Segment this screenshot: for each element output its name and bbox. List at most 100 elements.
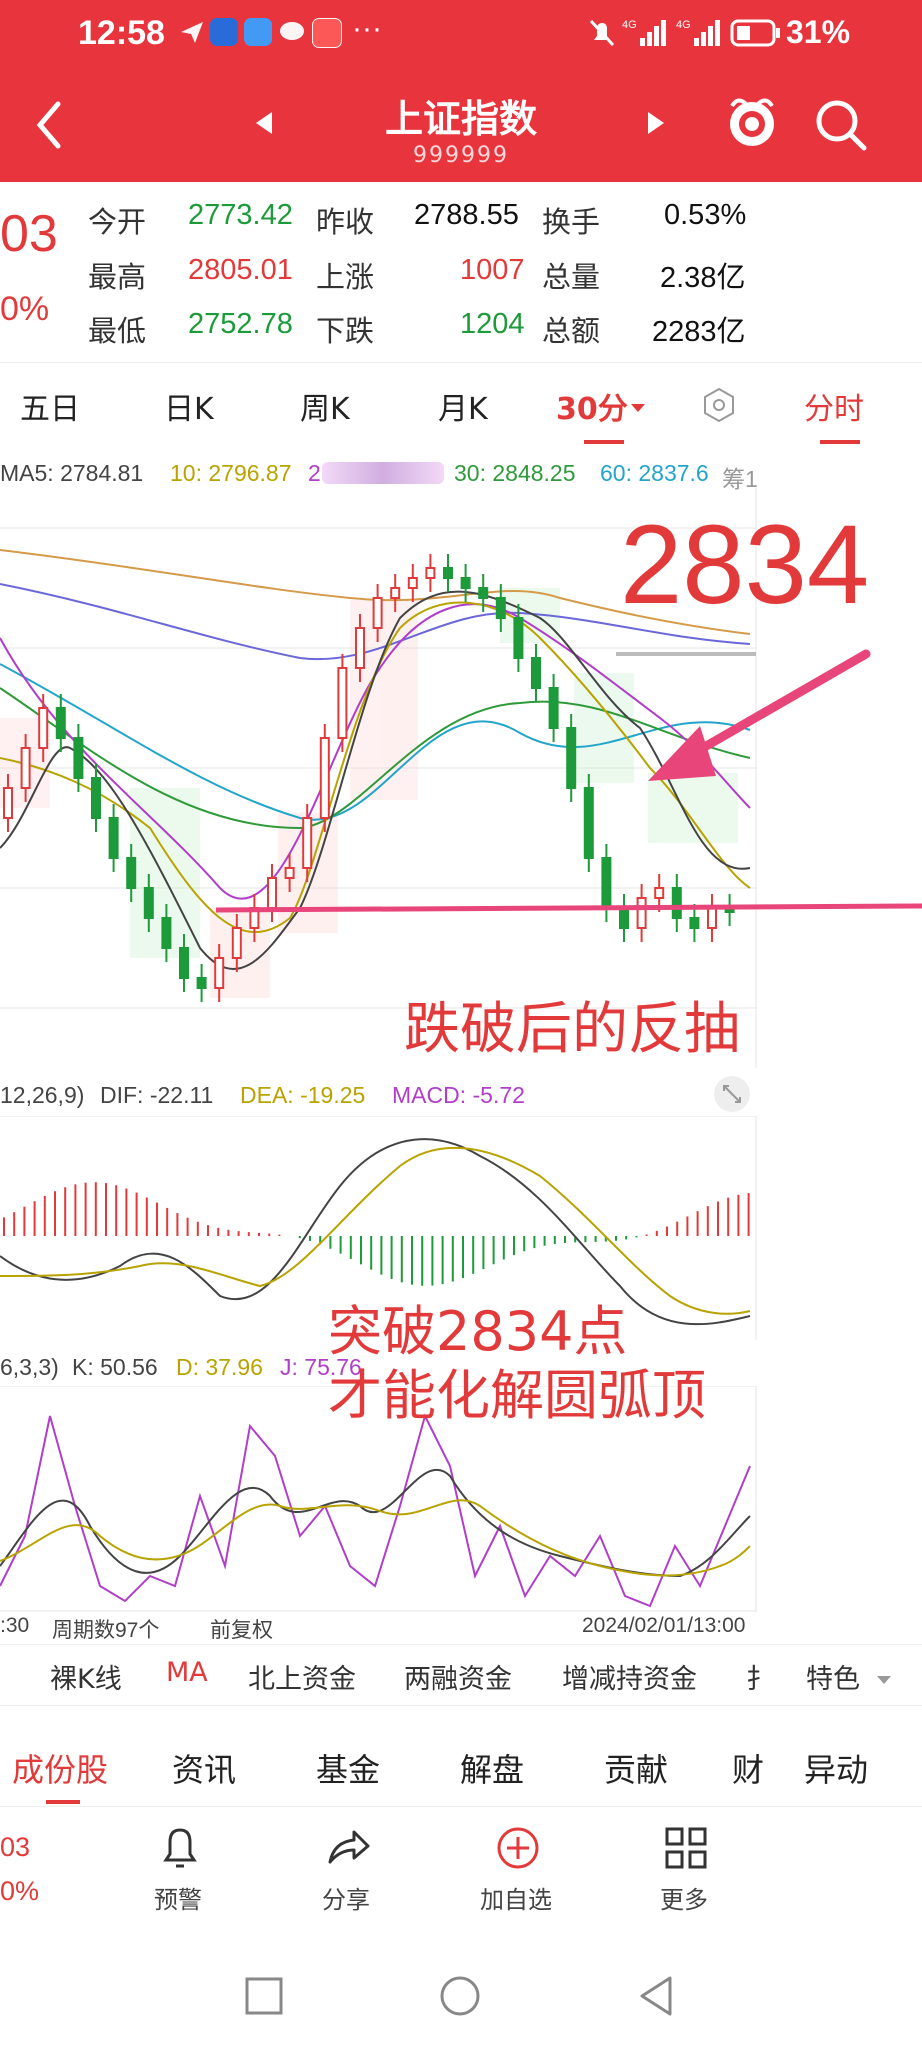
prev-close-value: 2788.55 (414, 199, 519, 231)
message-icon (278, 18, 306, 46)
mute-icon (588, 18, 616, 52)
more-label: 更多 (660, 1886, 708, 1914)
tab-intraday[interactable]: 分时 (804, 384, 864, 428)
k-line (0, 1468, 751, 1578)
candle-body (636, 897, 647, 929)
volume-label: 总量 (542, 260, 601, 294)
candle-body (319, 737, 330, 819)
candle-body (143, 887, 154, 919)
indicator-tab-more[interactable]: 扌 (746, 1657, 773, 1696)
candle-body (161, 917, 172, 949)
tab-30min[interactable]: 30分 (556, 384, 628, 428)
macd-value: MACD: -5.72 (392, 1082, 525, 1108)
candle-body (231, 927, 242, 959)
footer-time-left: :30 (0, 1614, 30, 1637)
high-label: 最高 (88, 260, 147, 294)
candle-body (425, 567, 436, 579)
indicator-tab-naked-k[interactable]: 裸K线 (50, 1657, 122, 1696)
active-tab-indicator (584, 440, 624, 444)
kdj-d: D: 37.96 (176, 1354, 263, 1380)
add-circle-icon (497, 1827, 539, 1869)
tab-changes[interactable]: 异动 (804, 1745, 868, 1791)
alert-label: 预警 (154, 1886, 202, 1914)
tab-30min-dropdown-icon[interactable] (630, 398, 646, 417)
low-value: 2752.78 (188, 308, 293, 340)
open-label: 今开 (88, 205, 147, 239)
dea-line (0, 1146, 751, 1315)
intraday-tab-indicator (820, 440, 860, 444)
search-icon[interactable] (814, 98, 868, 156)
ma30-legend: 30: 2848.25 (454, 460, 576, 486)
robot-assistant-icon[interactable] (722, 92, 782, 156)
kdj-k: K: 50.56 (72, 1354, 158, 1380)
add-watchlist-label: 加自选 (480, 1886, 552, 1914)
svg-text:4G: 4G (622, 19, 637, 31)
app-header: 12:58 ··· 4G 4G 31% 上证指数 999999 (0, 0, 922, 182)
indicator-tab-ma[interactable]: MA (166, 1657, 208, 1688)
send-icon (178, 18, 206, 46)
tab-five-day[interactable]: 五日 (20, 384, 80, 428)
tab-finance[interactable]: 财 (732, 1745, 764, 1791)
more-button[interactable]: 更多 (624, 1824, 744, 1924)
special-dropdown-icon[interactable] (876, 1670, 892, 1689)
candle-body (707, 907, 717, 929)
home-icon[interactable] (438, 1974, 482, 2022)
share-button[interactable]: 分享 (286, 1824, 406, 1924)
indicator-tab-holdings[interactable]: 增减持资金 (562, 1657, 697, 1696)
candle-body (495, 597, 506, 619)
expand-icon[interactable] (714, 1076, 750, 1112)
candle-body (355, 627, 365, 669)
battery-percent: 31% (786, 14, 851, 50)
huawei-app-icon (312, 18, 342, 48)
tab-constituents[interactable]: 成份股 (12, 1745, 108, 1791)
settings-hex-icon[interactable] (700, 386, 738, 428)
annotation-arrow (648, 649, 871, 781)
stock-code: 999999 (413, 143, 509, 168)
tab-weekly-k[interactable]: 周K (300, 384, 350, 428)
candle-body (689, 917, 700, 929)
mini-price: 03 (0, 1832, 31, 1862)
tab-daily-k[interactable]: 日K (164, 384, 214, 428)
indicator-tab-northbound[interactable]: 北上资金 (248, 1657, 356, 1696)
next-stock-icon[interactable] (646, 110, 666, 140)
high-value: 2805.01 (188, 254, 293, 286)
ma60-legend: 60: 2837.6 (600, 460, 709, 486)
mini-change: 0% (0, 1876, 40, 1906)
fuquan-label[interactable]: 前复权 (210, 1614, 273, 1644)
page-title: 上证指数 (384, 97, 537, 141)
candle-body (619, 907, 629, 929)
signal-icon-1: 4G (622, 16, 672, 52)
blurred-legend-area (322, 462, 444, 484)
candle-body (407, 577, 418, 589)
share-icon (328, 1830, 370, 1864)
rebound-annotation: 跌破后的反抽 (404, 997, 740, 1062)
open-value: 2773.42 (188, 199, 293, 231)
tab-analysis[interactable]: 解盘 (460, 1745, 524, 1791)
tab-contribution[interactable]: 贡献 (604, 1745, 668, 1791)
candle-body (460, 577, 471, 589)
recents-icon[interactable] (244, 1976, 284, 2020)
candle-body (478, 587, 489, 599)
svg-text:4G: 4G (676, 19, 691, 31)
candle-body (91, 777, 101, 819)
advancers-label: 上涨 (316, 260, 375, 294)
turnover-label: 换手 (542, 205, 601, 239)
divider (0, 1806, 922, 1807)
indicator-tab-special[interactable]: 特色 (806, 1657, 860, 1696)
candle-body (337, 667, 348, 739)
low-label: 最低 (88, 314, 147, 348)
tab-funds[interactable]: 基金 (316, 1745, 380, 1791)
candle-body (179, 947, 189, 979)
tab-news[interactable]: 资讯 (172, 1745, 236, 1791)
battery-icon (730, 18, 782, 52)
add-watchlist-button[interactable]: 加自选 (456, 1824, 576, 1924)
system-back-icon[interactable] (636, 1974, 676, 2022)
alert-button[interactable]: 预警 (118, 1824, 238, 1924)
indicator-tab-margin[interactable]: 两融资金 (404, 1657, 512, 1696)
candle-body (583, 787, 594, 859)
volume-value: 2.38亿 (660, 262, 746, 294)
candle-body (671, 887, 682, 919)
candle-body (601, 857, 612, 909)
tab-monthly-k[interactable]: 月K (438, 384, 488, 428)
ma5-legend: MA5: 2784.81 (0, 460, 144, 486)
